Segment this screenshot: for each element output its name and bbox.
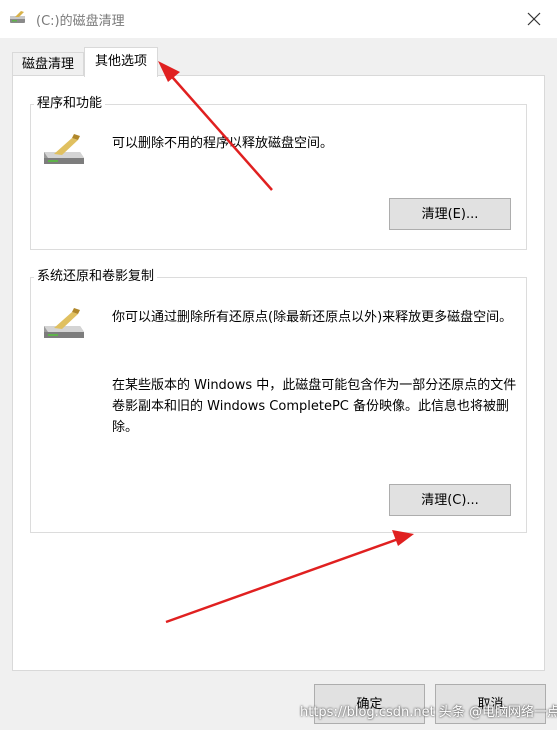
close-button[interactable] (519, 6, 549, 32)
title-bar: (C:)的磁盘清理 (0, 0, 557, 38)
system-restore-title: 系统还原和卷影复制 (34, 269, 158, 285)
tab-disk-cleanup[interactable]: 磁盘清理 (12, 52, 84, 76)
restore-description-1: 你可以通过删除所有还原点(除最新还原点以外)来释放更多磁盘空间。 (112, 310, 513, 325)
close-icon (527, 12, 541, 26)
window-title: (C:)的磁盘清理 (36, 14, 125, 29)
disk-cleanup-icon (40, 306, 88, 346)
watermark: https://blog.csdn.net 头条 @电脑网络一点通 (300, 705, 557, 720)
disk-cleanup-icon (40, 132, 88, 172)
clean-restore-button[interactable]: 清理(C)... (389, 484, 511, 516)
restore-description-2: 在某些版本的 Windows 中，此磁盘可能包含作为一部分还原点的文件卷影副本和… (112, 378, 517, 435)
disk-cleanup-icon (9, 10, 29, 30)
tab-more-options[interactable]: 其他选项 (84, 47, 158, 77)
programs-features-title: 程序和功能 (34, 96, 106, 112)
programs-description: 可以删除不用的程序以释放磁盘空间。 (112, 136, 334, 151)
clean-programs-button[interactable]: 清理(E)... (389, 198, 511, 230)
